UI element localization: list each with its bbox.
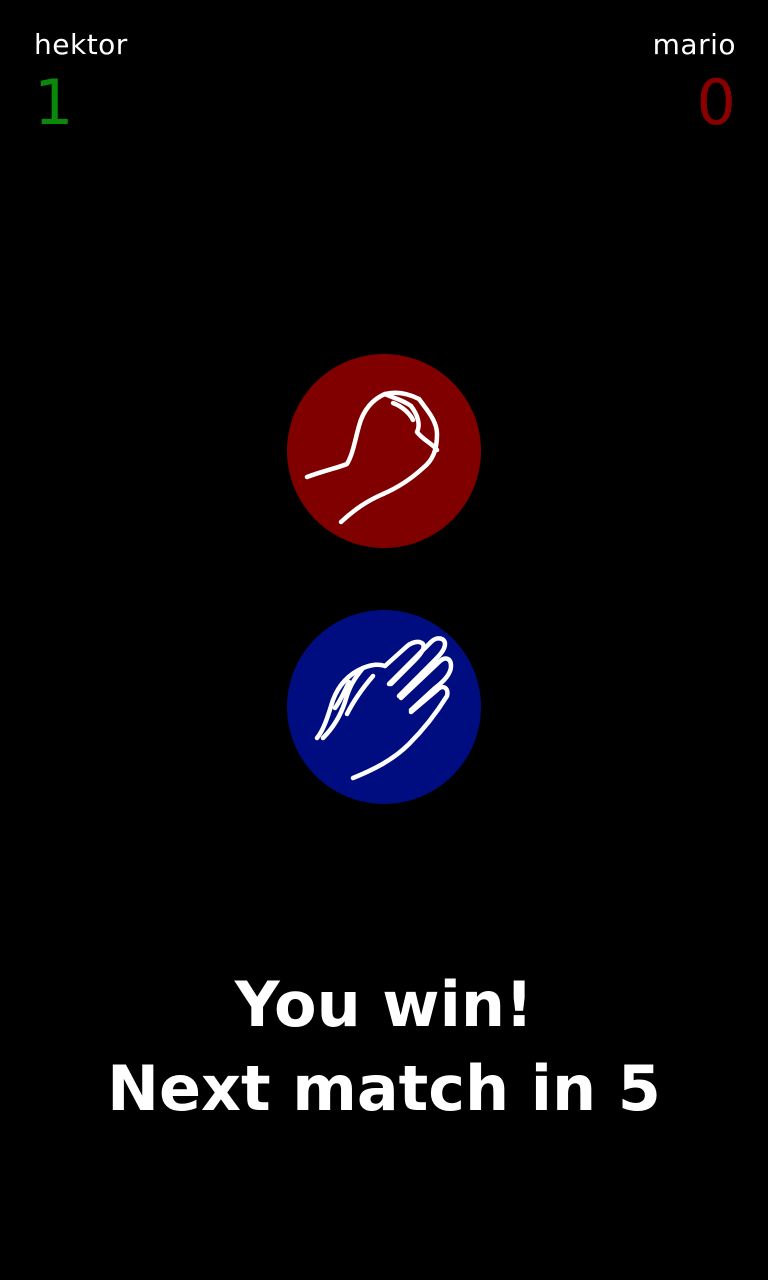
player-right-score: 0 [696,66,736,139]
player-left-panel: hektor 1 [34,28,128,138]
player-right-name: mario [652,28,736,61]
result-headline: You win! [234,968,534,1041]
game-screen: hektor 1 mario 0 You win! Next match in … [0,0,768,1280]
player-choice-circle [287,610,481,804]
next-match-countdown: Next match in 5 [107,1052,661,1125]
player-left-name: hektor [34,28,128,61]
opponent-choice-circle [287,354,481,548]
player-right-panel: mario 0 [653,28,736,138]
rock-fist-icon [304,390,440,525]
player-left-score: 1 [34,66,74,139]
paper-hand-icon [314,636,454,781]
